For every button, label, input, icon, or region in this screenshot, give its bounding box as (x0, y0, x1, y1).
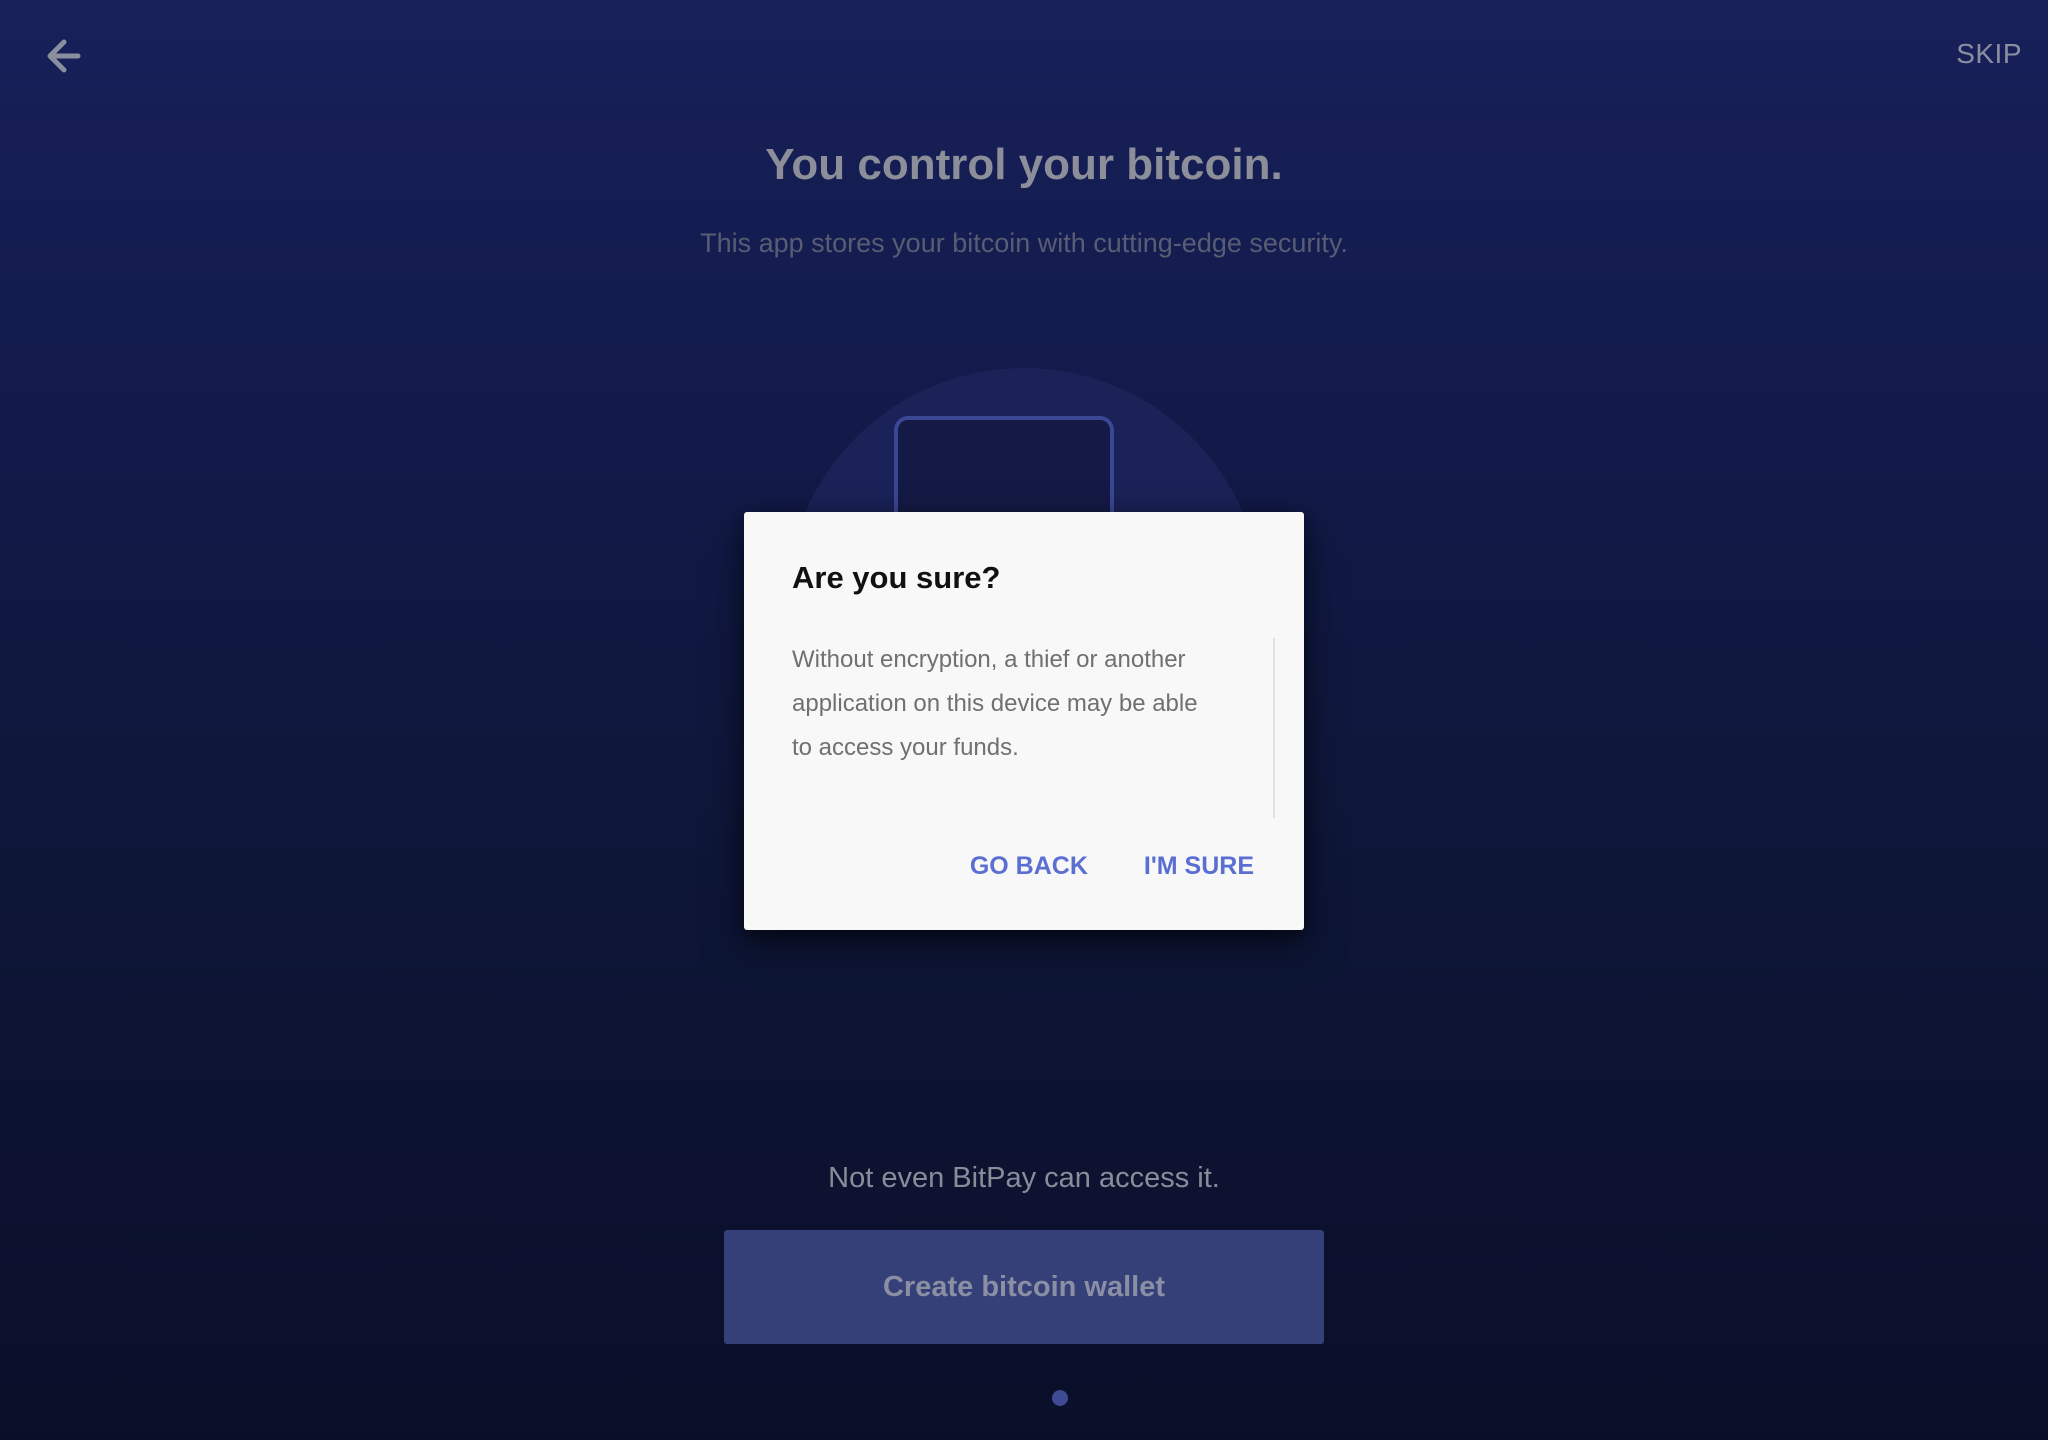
confirm-dialog: Are you sure? Without encryption, a thie… (744, 512, 1304, 930)
dialog-message: Without encryption, a thief or another a… (792, 646, 1198, 761)
im-sure-button[interactable]: I'M SURE (1144, 852, 1254, 881)
onboarding-screen: SKIP You control your bitcoin. This app … (0, 0, 2048, 1440)
dialog-actions: GO BACK I'M SURE (970, 852, 1254, 881)
dialog-title: Are you sure? (792, 560, 1001, 595)
go-back-button[interactable]: GO BACK (970, 852, 1088, 881)
dialog-scrollbar[interactable] (1273, 638, 1275, 818)
